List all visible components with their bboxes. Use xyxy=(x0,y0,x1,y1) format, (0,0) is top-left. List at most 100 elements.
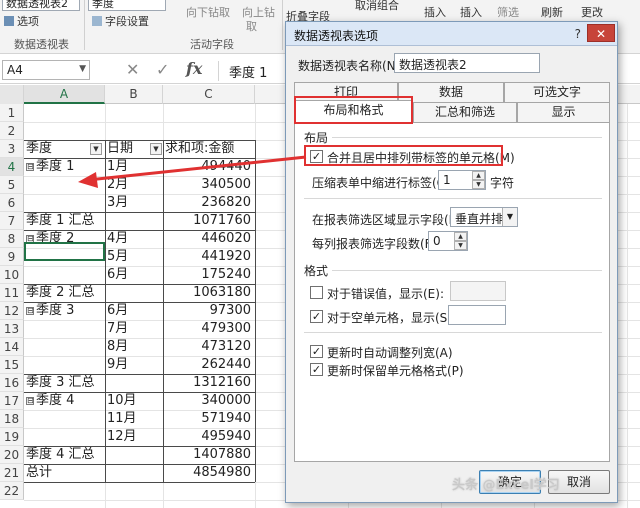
date-filter-icon[interactable]: ▼ xyxy=(150,143,162,155)
cell-a[interactable] xyxy=(26,428,103,446)
insert-timeline-button[interactable]: 插入 xyxy=(460,4,482,20)
cell-b[interactable]: 11月 xyxy=(107,410,161,428)
cell-a[interactable] xyxy=(26,266,103,284)
cell-c[interactable]: 1312160 xyxy=(165,374,253,392)
empty-cell-checkbox[interactable]: ✓ xyxy=(310,310,323,323)
spin-down-icon[interactable]: ▼ xyxy=(454,241,467,250)
row-header[interactable]: 7 xyxy=(0,212,24,230)
cell-c[interactable]: 1407880 xyxy=(165,446,253,464)
row-header[interactable]: 3 xyxy=(0,140,24,158)
cell-a[interactable]: ⊟ 季度 1 xyxy=(26,158,103,176)
row-header[interactable]: 20 xyxy=(0,446,24,464)
cell-a[interactable]: 总计 xyxy=(26,464,103,482)
cell-c[interactable]: 446020 xyxy=(165,230,253,248)
cell-c[interactable]: 262440 xyxy=(165,356,253,374)
cell-c[interactable] xyxy=(165,104,253,122)
cell-b[interactable] xyxy=(107,122,161,140)
tab-alt-text[interactable]: 可选文字 xyxy=(504,82,610,102)
cell-b[interactable]: 7月 xyxy=(107,320,161,338)
row-header[interactable]: 17 xyxy=(0,392,24,410)
cell-a[interactable]: 季度 2 汇总 xyxy=(26,284,103,302)
dialog-titlebar[interactable]: 数据透视表选项 ? ✕ xyxy=(286,22,617,46)
cell-b[interactable]: 2月 xyxy=(107,176,161,194)
quarter-filter-icon[interactable]: ▼ xyxy=(90,143,102,155)
cell-b[interactable]: 1月 xyxy=(107,158,161,176)
select-all-corner[interactable] xyxy=(0,85,24,104)
row-header[interactable]: 18 xyxy=(0,410,24,428)
row-header[interactable]: 12 xyxy=(0,302,24,320)
preserve-format-checkbox[interactable]: ✓ xyxy=(310,363,323,376)
chevron-down-icon[interactable]: ▼ xyxy=(502,208,517,226)
autofit-checkbox[interactable]: ✓ xyxy=(310,345,323,358)
cell-a[interactable]: 季度 1 汇总 xyxy=(26,212,103,230)
cell-a[interactable] xyxy=(26,194,103,212)
chevron-down-icon[interactable]: ▼ xyxy=(79,64,86,74)
cell-c[interactable]: 1063180 xyxy=(165,284,253,302)
cell-b[interactable]: 12月 xyxy=(107,428,161,446)
cancel-icon[interactable]: ✕ xyxy=(126,60,139,79)
options-button[interactable]: 选项 xyxy=(4,13,39,29)
spin-down-icon[interactable]: ▼ xyxy=(472,180,485,189)
row-header[interactable]: 4 xyxy=(0,158,24,176)
tab-totals-filters[interactable]: 汇总和筛选 xyxy=(413,102,517,122)
tab-data[interactable]: 数据 xyxy=(398,82,504,102)
help-icon[interactable]: ? xyxy=(575,27,581,41)
cell-c[interactable]: 236820 xyxy=(165,194,253,212)
cell-a[interactable] xyxy=(26,356,103,374)
row-header[interactable]: 16 xyxy=(0,374,24,392)
collapse-icon[interactable]: ⊟ xyxy=(26,397,34,405)
cell-c[interactable]: 175240 xyxy=(165,266,253,284)
header-sum[interactable]: 求和项:金额 xyxy=(165,140,253,158)
cell-b[interactable]: 9月 xyxy=(107,356,161,374)
collapse-icon[interactable]: ⊟ xyxy=(26,163,34,171)
cell-b[interactable]: 5月 xyxy=(107,248,161,266)
cell-b[interactable] xyxy=(107,464,161,482)
cell-a[interactable]: ⊟ 季度 4 xyxy=(26,392,103,410)
cell-b[interactable] xyxy=(107,374,161,392)
cell-a[interactable] xyxy=(26,122,103,140)
row-header[interactable]: 13 xyxy=(0,320,24,338)
cell-a[interactable] xyxy=(26,320,103,338)
cell-b[interactable]: 4月 xyxy=(107,230,161,248)
cell-b[interactable] xyxy=(107,482,161,500)
spin-up-icon[interactable]: ▲ xyxy=(454,232,467,241)
cell-a[interactable]: 季度 3 汇总 xyxy=(26,374,103,392)
cell-c[interactable]: 495940 xyxy=(165,428,253,446)
cell-c[interactable]: 340500 xyxy=(165,176,253,194)
drill-down-button[interactable]: 向下钻取 xyxy=(186,4,230,20)
row-header[interactable]: 1 xyxy=(0,104,24,122)
row-header[interactable]: 2 xyxy=(0,122,24,140)
insert-slicer-button[interactable]: 插入 xyxy=(424,4,446,20)
row-header[interactable]: 9 xyxy=(0,248,24,266)
error-value-input[interactable] xyxy=(450,281,506,301)
cell-a[interactable] xyxy=(26,176,103,194)
column-header-c[interactable]: C xyxy=(163,85,255,104)
cell-b[interactable] xyxy=(107,212,161,230)
refresh-button[interactable]: 刷新 xyxy=(541,4,563,20)
cell-c[interactable]: 4854980 xyxy=(165,464,253,482)
filter-area-select[interactable]: 垂直并排 ▼ xyxy=(450,207,518,227)
pivot-name-input[interactable]: 数据透视表2 xyxy=(394,53,540,73)
cell-b[interactable] xyxy=(107,284,161,302)
pivot-name-box[interactable]: 数据透视表2 xyxy=(2,0,80,11)
spin-up-icon[interactable]: ▲ xyxy=(472,171,485,180)
close-icon[interactable]: ✕ xyxy=(587,24,615,42)
cell-c[interactable] xyxy=(165,482,253,500)
column-header-b[interactable]: B xyxy=(105,85,163,104)
cell-c[interactable]: 571940 xyxy=(165,410,253,428)
cell-c[interactable] xyxy=(165,122,253,140)
cell-a[interactable] xyxy=(26,338,103,356)
cell-c[interactable]: 1071760 xyxy=(165,212,253,230)
insert-function-icon[interactable]: fx xyxy=(186,59,202,78)
row-header[interactable]: 6 xyxy=(0,194,24,212)
error-value-checkbox[interactable] xyxy=(310,286,323,299)
row-header[interactable]: 8 xyxy=(0,230,24,248)
row-header[interactable]: 19 xyxy=(0,428,24,446)
row-header[interactable]: 10 xyxy=(0,266,24,284)
row-header[interactable]: 22 xyxy=(0,482,24,500)
cell-c[interactable]: 97300 xyxy=(165,302,253,320)
active-field-box[interactable]: 季度 xyxy=(88,0,166,11)
row-header[interactable]: 5 xyxy=(0,176,24,194)
cell-b[interactable]: 6月 xyxy=(107,302,161,320)
cell-b[interactable]: 6月 xyxy=(107,266,161,284)
